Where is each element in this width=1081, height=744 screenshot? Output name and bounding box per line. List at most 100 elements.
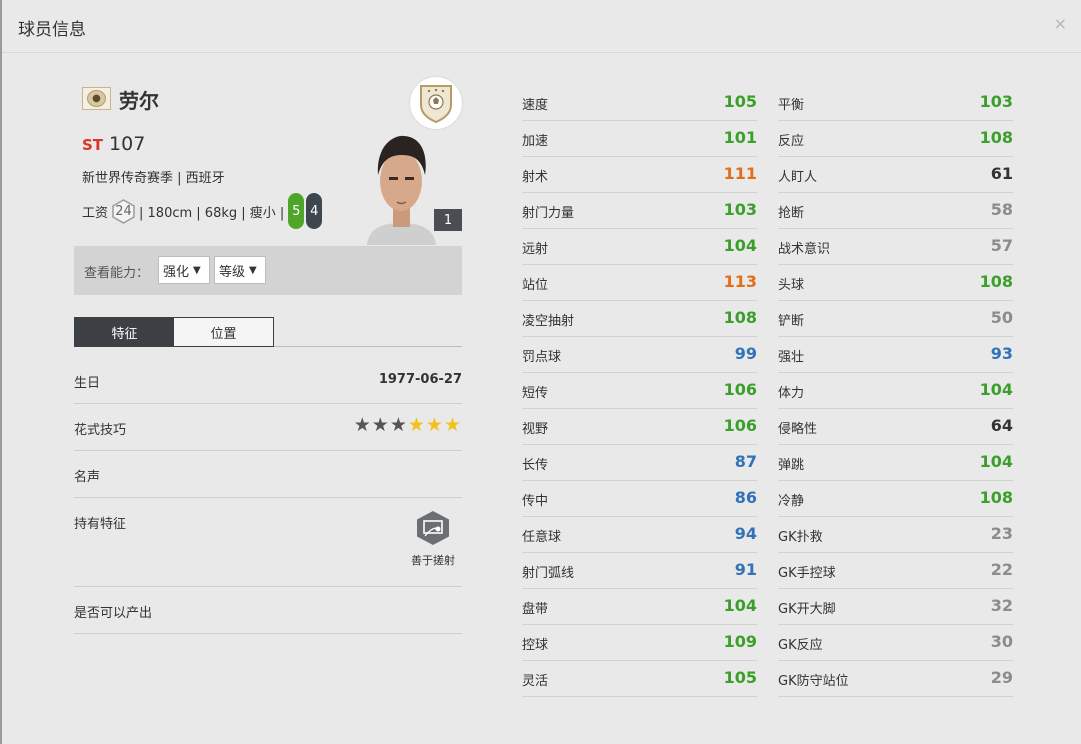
trait-name: 善于搓射 [411,554,455,567]
stat-value: 22 [990,560,1013,579]
stat-row: 控球 109 [522,625,757,661]
star-icon: ★ [407,414,426,436]
stat-value: 94 [734,524,757,543]
stat-name: 任意球 [522,530,562,545]
grade-value: 等级 [219,264,246,280]
skill-row: 花式技巧 ★★★★★★ [74,404,462,451]
stat-row: 站位 113 [522,265,757,301]
star-icon: ★ [371,414,390,436]
stats-column-right: 平衡 103 反应 108 人盯人 61 抢断 58 战术意识 57 头球 108 铲断 50 强壮 93 体力… [778,85,1013,697]
skill-stars: ★★★★★★ [354,414,462,436]
player-portrait [367,135,436,245]
stat-name: 冷静 [778,494,805,509]
stat-row: 任意球 94 [522,517,757,553]
stat-row: GK开大脚 32 [778,589,1013,625]
grade-select[interactable]: 等级 ▼ [214,256,266,284]
stat-value: 61 [990,164,1013,183]
star-icon: ★ [443,414,462,436]
dropdown-arrow-icon: ▼ [249,264,257,276]
stat-row: 灵活 105 [522,661,757,697]
position: ST [82,136,104,154]
stat-value: 108 [979,272,1013,291]
birthday-row: 生日 1977-06-27 [74,357,462,404]
stat-row: 视野 106 [522,409,757,445]
stat-row: GK扑救 23 [778,517,1013,553]
close-icon[interactable]: × [1054,14,1067,33]
stat-row: 抢断 58 [778,193,1013,229]
stat-name: GK扑救 [778,530,823,545]
title-bar: 球员信息 × [2,0,1081,53]
stat-name: 凌空抽射 [522,314,575,329]
stat-row: 射术 111 [522,157,757,193]
stat-value: 109 [723,632,757,651]
tradable-label: 是否可以产出 [74,606,153,621]
enhance-select[interactable]: 强化 ▼ [158,256,210,284]
stat-row: 体力 104 [778,373,1013,409]
stat-name: 射门弧线 [522,566,575,581]
tab-traits[interactable]: 特征 [75,318,174,346]
stat-row: 平衡 103 [778,85,1013,121]
stat-value: 104 [723,236,757,255]
stat-name: 头球 [778,278,805,293]
salary-label: 工资 [82,205,109,221]
stat-value: 99 [734,344,757,363]
stat-name: 战术意识 [778,242,831,257]
season-nation: 新世界传奇赛季 | 西班牙 [82,171,225,186]
player-name: 劳尔 [119,89,159,113]
salary-value: 24 [115,203,132,219]
fame-label: 名声 [74,470,101,485]
stat-name: 站位 [522,278,549,293]
star-icon: ★ [425,414,444,436]
stat-row: 长传 87 [522,445,757,481]
stat-row: 人盯人 61 [778,157,1013,193]
stat-row: 短传 106 [522,373,757,409]
stat-value: 104 [979,452,1013,471]
stat-row: 盘带 104 [522,589,757,625]
stat-name: 人盯人 [778,170,818,185]
stat-value: 105 [723,92,757,111]
player-info-dialog: 球员信息 × ● 劳尔 ST 107 新世界传奇赛季 | 西班牙 工资 24 | … [0,0,1081,744]
trait-finesse-shot[interactable]: 善于搓射 [406,510,460,568]
stat-row: 弹跳 104 [778,445,1013,481]
foot-ratings: 5 4 [288,193,323,229]
stat-value: 91 [734,560,757,579]
skill-label: 花式技巧 [74,423,127,438]
birthday-value: 1977-06-27 [378,372,462,387]
tabs-divider [274,346,462,347]
stat-value: 57 [990,236,1013,255]
view-ability-label: 查看能力： [84,266,150,281]
level-badge: 1 [434,209,462,231]
stat-value: 106 [723,380,757,399]
stat-name: GK防守站位 [778,674,849,689]
icon-card-icon: ● [82,87,111,110]
enhance-value: 强化 [163,264,190,280]
dialog-title: 球员信息 [18,20,86,40]
tab-position[interactable]: 位置 [174,318,273,346]
club-badge-icon [410,77,462,129]
stat-name: GK手控球 [778,566,836,581]
stat-value: 106 [723,416,757,435]
stat-value: 103 [979,92,1013,111]
stat-name: 平衡 [778,98,805,113]
stat-row: GK手控球 22 [778,553,1013,589]
stat-value: 108 [979,128,1013,147]
star-icon: ★ [353,414,372,436]
stat-name: 弹跳 [778,458,805,473]
stat-name: 体力 [778,386,805,401]
detail-tabs: 特征 位置 [74,317,274,347]
stat-value: 87 [734,452,757,471]
stat-name: 加速 [522,134,549,149]
stat-row: 凌空抽射 108 [522,301,757,337]
stat-name: 抢断 [778,206,805,221]
stat-name: 短传 [522,386,549,401]
stat-row: 铲断 50 [778,301,1013,337]
stat-name: 远射 [522,242,549,257]
stat-value: 30 [990,632,1013,651]
stat-name: 罚点球 [522,350,562,365]
stat-value: 103 [723,200,757,219]
stat-value: 108 [723,308,757,327]
star-icon: ★ [389,414,408,436]
stat-name: 铲断 [778,314,805,329]
traits-panel: 生日 1977-06-27 花式技巧 ★★★★★★ 名声 持有特征 善于搓射 是… [74,357,462,634]
stat-value: 104 [723,596,757,615]
